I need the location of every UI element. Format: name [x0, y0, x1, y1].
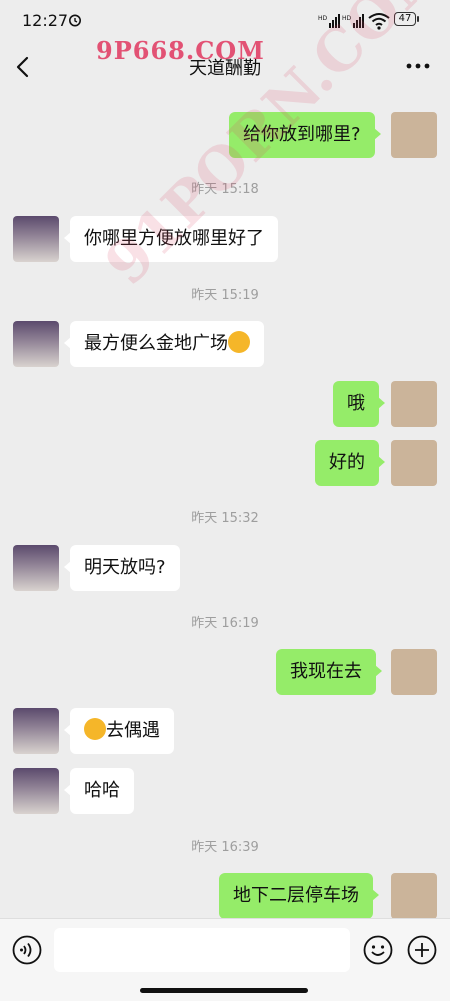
avatar-contact[interactable]	[13, 708, 59, 754]
message-bubble-incoming[interactable]: 去偶遇	[64, 708, 174, 754]
avatar-me[interactable]	[391, 873, 437, 919]
status-time: 12:27	[22, 11, 69, 30]
winking-emoji-icon	[84, 718, 106, 740]
message-text: 去偶遇	[106, 720, 160, 741]
alarm-icon	[69, 14, 81, 27]
more-dots-icon[interactable]	[404, 56, 432, 76]
avatar-contact[interactable]	[13, 545, 59, 591]
message-bubble-incoming[interactable]: 明天放吗?	[64, 545, 180, 591]
avatar-contact[interactable]	[13, 768, 59, 814]
avatar-me[interactable]	[391, 381, 437, 427]
message-bubble-outgoing[interactable]: 哦	[333, 381, 385, 427]
avatar-me[interactable]	[391, 649, 437, 695]
voice-icon[interactable]	[12, 935, 42, 965]
emoji-icon[interactable]	[363, 935, 393, 965]
avatar-contact[interactable]	[13, 216, 59, 262]
plus-icon[interactable]	[407, 935, 437, 965]
message-text: 最方便么金地广场	[84, 333, 228, 354]
input-bar	[0, 918, 450, 1001]
message-bubble-incoming[interactable]: 最方便么金地广场	[64, 321, 264, 367]
message-bubble-outgoing[interactable]: 好的	[315, 440, 385, 486]
message-input[interactable]	[54, 928, 350, 972]
message-bubble-outgoing[interactable]: 我现在去	[276, 649, 382, 695]
thinking-emoji-icon	[228, 331, 250, 353]
avatar-me[interactable]	[391, 112, 437, 158]
site-watermark: 9P668.COM	[96, 36, 265, 65]
message-bubble-incoming[interactable]: 哈哈	[64, 768, 134, 814]
timestamp: 昨天 16:19	[191, 616, 259, 631]
timestamp: 昨天 15:19	[191, 288, 259, 303]
avatar-contact[interactable]	[13, 321, 59, 367]
home-indicator[interactable]	[140, 988, 308, 993]
message-bubble-outgoing[interactable]: 地下二层停车场	[219, 873, 379, 919]
avatar-me[interactable]	[391, 440, 437, 486]
timestamp: 昨天 15:32	[191, 511, 259, 526]
timestamp: 昨天 16:39	[191, 840, 259, 855]
